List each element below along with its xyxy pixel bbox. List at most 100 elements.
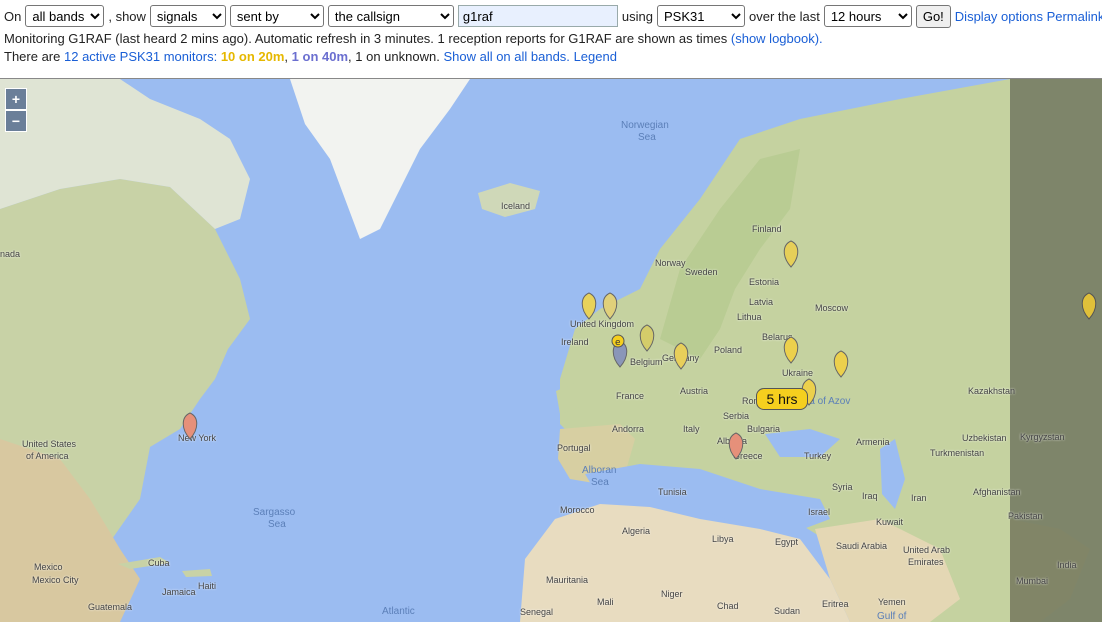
map-label: Armenia — [856, 437, 890, 447]
map-label: India — [1057, 560, 1077, 570]
show-select[interactable]: signals — [149, 5, 226, 27]
map-label: Alboran — [582, 465, 617, 476]
map-label: Algeria — [622, 526, 651, 536]
map-label: Jamaica — [162, 587, 196, 597]
map-label: Yemen — [878, 597, 906, 607]
active-monitors-link[interactable]: 12 active PSK31 monitors: — [64, 49, 217, 64]
map-label: Kazakhstan — [968, 386, 1016, 396]
map-label: Israel — [808, 507, 831, 517]
map-label: Senegal — [520, 607, 554, 617]
map-label: Mauritania — [546, 575, 589, 585]
map-label: Sea — [638, 132, 656, 143]
map-label: Mumbai — [1016, 576, 1049, 586]
permalink-link[interactable]: Permalink — [1047, 9, 1102, 24]
map-label: Estonia — [749, 277, 780, 287]
unknown-count: , 1 on unknown. — [348, 49, 440, 64]
map-label: Mali — [597, 597, 614, 607]
period-select[interactable]: 12 hours — [823, 5, 912, 27]
map-label: United Arab — [903, 545, 951, 555]
query-form: On all bands , show signals sent by the … — [4, 4, 1102, 28]
map-label: Sargasso — [253, 507, 296, 518]
map-label: Niger — [661, 589, 683, 599]
map-label: Ireland — [561, 337, 589, 347]
monitors-line: There are 12 active PSK31 monitors: 10 o… — [4, 49, 617, 64]
zoom-in-button[interactable]: + — [5, 88, 27, 110]
map-label: Atlantic — [382, 606, 415, 617]
map-label: Iceland — [501, 201, 531, 211]
zoom-out-button[interactable]: − — [5, 110, 27, 132]
show-logbook-link[interactable]: (show logbook). — [731, 31, 823, 46]
map-label: Morocco — [560, 505, 595, 515]
map-label: Iraq — [862, 491, 878, 501]
map-label: Mexico City — [32, 575, 79, 585]
map-label: Austria — [680, 386, 709, 396]
map-label: Mexico — [34, 562, 63, 572]
label-on: On — [4, 8, 22, 24]
map-label: Egypt — [775, 537, 799, 547]
toolbar: On all bands , show signals sent by the … — [0, 0, 1102, 78]
map-label: Sea — [268, 519, 286, 530]
label-using: using — [621, 8, 653, 24]
map-label: Germany — [662, 353, 700, 363]
map-label: Norwegian — [621, 120, 669, 131]
direction-select[interactable]: sent by — [229, 5, 324, 27]
map-label: Portugal — [557, 443, 591, 453]
map-label: Libya — [712, 534, 734, 544]
map-label: Sudan — [774, 606, 801, 616]
mode-select[interactable]: PSK31 — [657, 5, 745, 27]
legend-link[interactable]: Legend — [574, 49, 617, 64]
go-button[interactable]: Go! — [915, 4, 951, 28]
map-label: Tunisia — [658, 487, 687, 497]
band-40m-link[interactable]: 1 on 40m — [292, 49, 348, 64]
map-label: Eritrea — [822, 599, 849, 609]
map-label: Gulf of — [877, 611, 907, 622]
status-text: Monitoring G1RAF (last heard 2 mins ago)… — [4, 31, 728, 46]
map-label: Norway — [655, 258, 686, 268]
map-label: Ukraine — [782, 368, 814, 378]
map-label: United Kingdom — [570, 319, 635, 329]
status-line: Monitoring G1RAF (last heard 2 mins ago)… — [4, 31, 823, 46]
map-label: Andorra — [612, 424, 645, 434]
map-label: Guatemala — [88, 602, 133, 612]
map-label: Sea — [591, 477, 609, 488]
map-label: Serbia — [723, 411, 750, 421]
map-label: Albania — [717, 436, 748, 446]
map-label: Haiti — [198, 581, 217, 591]
map-label: Syria — [832, 482, 853, 492]
target-select[interactable]: the callsign — [327, 5, 454, 27]
label-show: , show — [108, 8, 146, 24]
reception-time-bubble[interactable]: 5 hrs — [756, 388, 808, 410]
map-label: nada — [0, 249, 21, 259]
callsign-input[interactable] — [457, 5, 618, 27]
map-label: Iran — [911, 493, 927, 503]
map-label: Turkmenistan — [930, 448, 985, 458]
monitors-prefix: There are — [4, 49, 61, 64]
map-label: Finland — [752, 224, 782, 234]
map-land — [0, 79, 1102, 622]
map-label: Emirates — [908, 557, 944, 567]
map-label: United States — [22, 439, 77, 449]
map-label: Pakistan — [1008, 511, 1043, 521]
map-label: of America — [26, 451, 69, 461]
map-label: Cuba — [148, 558, 170, 568]
map-label: Kyrgyzstan — [1020, 432, 1065, 442]
map-label: Afghanistan — [973, 487, 1021, 497]
map-label: Kuwait — [876, 517, 904, 527]
display-options-link[interactable]: Display options — [955, 9, 1043, 24]
map-label: Sweden — [685, 267, 718, 277]
map-label: New York — [178, 433, 217, 443]
map-label: Bulgaria — [747, 424, 781, 434]
map-label: Latvia — [749, 297, 774, 307]
show-all-link[interactable]: Show all on all bands. — [443, 49, 569, 64]
band-20m-link[interactable]: 10 on 20m — [221, 49, 285, 64]
map-label: Turkey — [804, 451, 832, 461]
band-select[interactable]: all bands — [25, 5, 105, 27]
map-label: Saudi Arabia — [836, 541, 888, 551]
map-canvas[interactable]: + − nada United States of America New Yo… — [0, 78, 1102, 622]
map-label: Greece — [733, 451, 763, 461]
night-terminator-overlay — [1010, 79, 1102, 622]
map-label: France — [616, 391, 645, 401]
map-label: Poland — [714, 345, 743, 355]
map-label: Lithua — [737, 312, 762, 322]
map-label: Moscow — [815, 303, 849, 313]
